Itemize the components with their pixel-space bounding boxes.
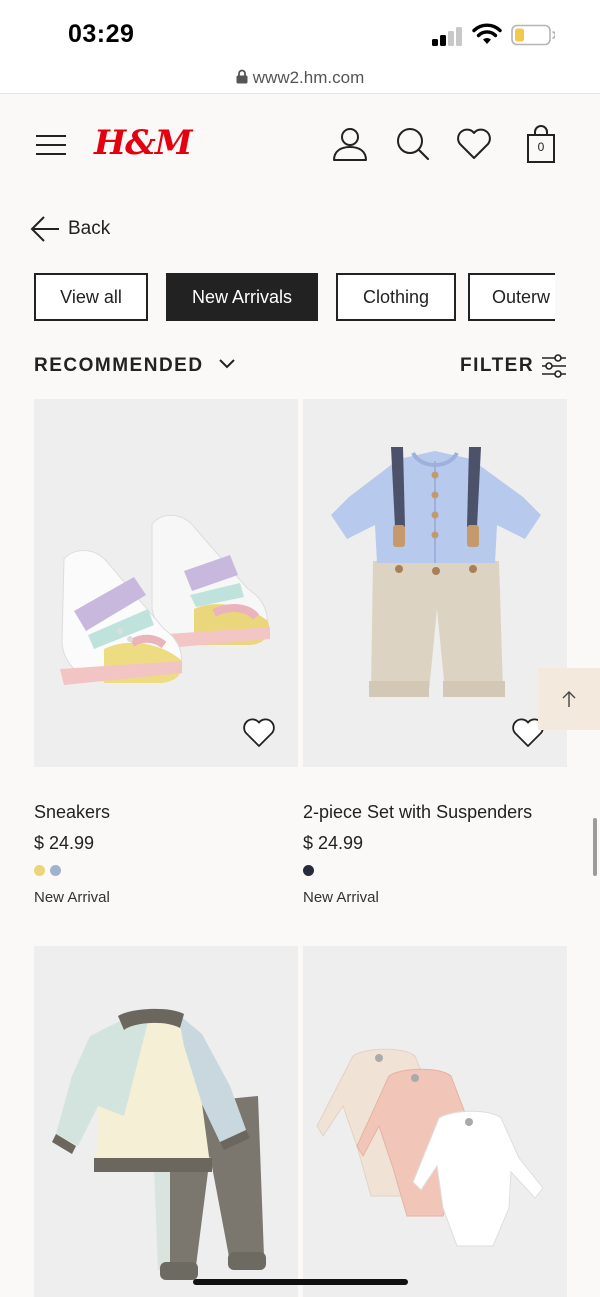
sneakers-image — [60, 514, 270, 685]
back-label: Back — [68, 218, 111, 239]
suspender-set-image — [331, 447, 541, 697]
status-time: 03:29 — [68, 20, 135, 48]
new-arrival-badge: New Arrival — [34, 889, 110, 906]
color-swatch-blue[interactable] — [50, 865, 61, 876]
chevron-down-icon[interactable] — [218, 357, 236, 371]
filter-button[interactable]: FILTER — [460, 355, 534, 377]
favorites-heart-icon[interactable] — [455, 125, 493, 163]
bag-count: 0 — [537, 140, 545, 154]
add-to-favorites-heart-icon[interactable] — [242, 717, 276, 749]
scroll-to-top-button[interactable] — [538, 668, 600, 730]
product-image[interactable] — [34, 399, 298, 767]
chip-new-arrivals[interactable]: New Arrivals — [166, 273, 318, 321]
sort-filter-bar: RECOMMENDED FILTER — [34, 352, 568, 382]
site-header: H&M 0 — [0, 95, 600, 195]
battery-icon — [511, 24, 555, 46]
product-price: $ 24.99 — [303, 833, 364, 853]
home-indicator[interactable] — [193, 1279, 408, 1285]
color-swatch-navy[interactable] — [303, 865, 314, 876]
new-arrival-badge: New Arrival — [303, 889, 379, 906]
chip-clothing[interactable]: Clothing — [336, 273, 456, 321]
product-card[interactable] — [34, 946, 298, 1297]
search-icon[interactable] — [394, 125, 432, 163]
sort-dropdown[interactable]: RECOMMENDED — [34, 355, 204, 377]
url-text: www2.hm.com — [252, 68, 365, 87]
color-swatches — [303, 865, 314, 877]
chip-outerwear[interactable]: Outerw — [468, 273, 555, 321]
product-image[interactable] — [34, 946, 298, 1297]
cellular-signal-icon — [432, 26, 464, 46]
bodysuits-image — [316, 1048, 544, 1247]
shopping-bag-button[interactable]: 0 — [522, 125, 560, 165]
menu-icon[interactable] — [36, 135, 66, 157]
filter-sliders-icon[interactable] — [540, 352, 568, 380]
color-swatches — [34, 865, 61, 877]
product-name[interactable]: Sneakers — [34, 802, 110, 823]
arrow-up-icon — [562, 691, 576, 707]
category-chips: View all New Arrivals Clothing Outerw — [34, 273, 555, 321]
account-icon[interactable] — [331, 125, 369, 163]
product-card[interactable] — [303, 946, 567, 1297]
product-name[interactable]: 2-piece Set with Suspenders — [303, 802, 532, 823]
arrow-left-icon — [30, 216, 59, 242]
hm-logo[interactable]: H&M — [94, 123, 192, 163]
wifi-icon — [472, 23, 502, 44]
status-bar: 03:29 — [0, 0, 600, 64]
browser-url-bar[interactable]: www2.hm.com — [0, 64, 600, 94]
product-price: $ 24.99 — [34, 833, 95, 853]
scrollbar[interactable] — [593, 818, 597, 876]
back-button[interactable]: Back — [30, 214, 110, 244]
product-image[interactable] — [303, 399, 567, 767]
product-image[interactable] — [303, 946, 567, 1297]
sweatshirt-set-image — [52, 1008, 266, 1280]
chip-view-all[interactable]: View all — [34, 273, 148, 321]
lock-icon — [236, 69, 248, 84]
color-swatch-yellow[interactable] — [34, 865, 45, 876]
